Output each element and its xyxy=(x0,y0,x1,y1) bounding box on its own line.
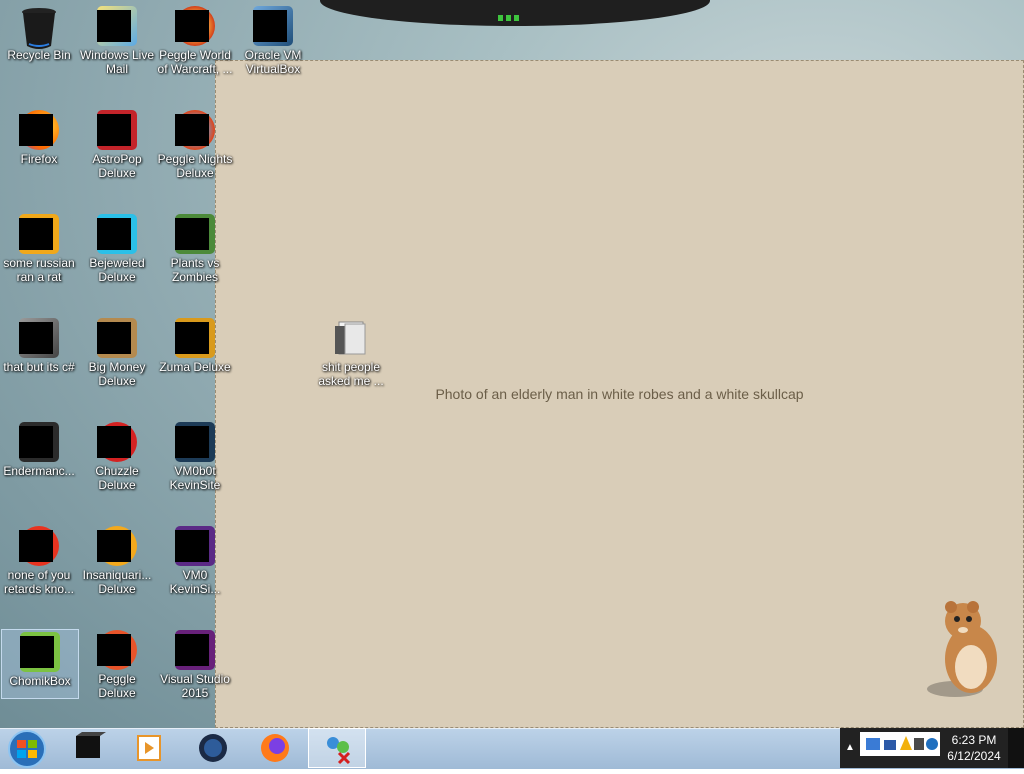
icon-label: Big Money Deluxe xyxy=(88,360,146,388)
mail-icon xyxy=(97,6,137,46)
show-desktop-button[interactable] xyxy=(1008,728,1024,768)
firefox-icon xyxy=(261,734,289,762)
desktop-icon-firefox[interactable]: Firefox xyxy=(0,104,78,166)
icon-label: Oracle VM VirtualBox xyxy=(244,48,302,76)
taskbar-globe[interactable] xyxy=(184,728,242,768)
speaker-icon xyxy=(914,738,924,750)
monitor-icon xyxy=(884,740,896,750)
desktop-icon-shit-people-asked-me[interactable]: shit people asked me ... xyxy=(312,312,390,388)
icon-label: Peggle Nights Deluxe xyxy=(157,152,233,180)
desktop-icon-vm0b0t-kevinsite[interactable]: VM0b0t KevinSite xyxy=(156,416,234,492)
icon-label: Peggle World of Warcraft, ... xyxy=(157,48,233,76)
desktop-icon-some-russian-ran-a-rat[interactable]: some russian ran a rat xyxy=(0,208,78,284)
icon-label: Recycle Bin xyxy=(7,48,71,62)
network-icon xyxy=(866,738,880,750)
folder-icon xyxy=(331,318,371,358)
icon-label: AstroPop Deluxe xyxy=(92,152,142,180)
money-bag-icon xyxy=(97,318,137,358)
desktop-icon-recycle-bin[interactable]: Recycle Bin xyxy=(0,0,78,62)
desktop-icon-none-of-you[interactable]: none of you retards kno... xyxy=(0,520,78,596)
desktop-icon-oracle-vm-virtualbox[interactable]: Oracle VM VirtualBox xyxy=(234,0,312,76)
hamster-gadget[interactable] xyxy=(925,597,1005,699)
taskbar-firefox[interactable] xyxy=(246,728,304,768)
recycle-bin-icon xyxy=(19,6,59,49)
icon-label: Firefox xyxy=(20,152,58,166)
plant-icon xyxy=(175,214,215,254)
desktop-icon-plants-vs-zombies[interactable]: Plants vs Zombies xyxy=(156,208,234,284)
icon-label: Peggle Deluxe xyxy=(98,672,136,700)
clock-time: 6:23 PM xyxy=(951,733,997,747)
peggle-icon xyxy=(97,630,137,670)
desktop-icon-big-money[interactable]: Big Money Deluxe xyxy=(78,312,156,388)
app-shortcut-icon xyxy=(19,526,59,566)
status-indicator-icon xyxy=(498,8,528,21)
globe-icon xyxy=(199,734,227,762)
icon-label: Endermanc... xyxy=(3,464,75,478)
desktop-icon-visual-studio-2015[interactable]: Visual Studio 2015 xyxy=(156,624,234,700)
chomikbox-icon xyxy=(20,632,60,672)
warning-icon xyxy=(900,736,912,750)
icon-label: shit people asked me ... xyxy=(318,360,384,388)
sync-icon xyxy=(926,738,938,750)
icon-label: Zuma Deluxe xyxy=(159,360,231,374)
virtualbox-icon xyxy=(76,732,106,758)
icon-label: Visual Studio 2015 xyxy=(160,672,230,700)
wallpaper-photo: Photo of an elderly man in white robes a… xyxy=(215,60,1024,728)
visual-studio-icon xyxy=(175,630,215,670)
desktop-icon-chuzzle[interactable]: Chuzzle Deluxe xyxy=(78,416,156,492)
icon-label: Windows Live Mail xyxy=(79,48,155,76)
desktop-icon-vm0-kevinsi[interactable]: VM0 KevinSi... xyxy=(156,520,234,596)
desktop-icon-chomikbox[interactable]: ChomikBox xyxy=(1,629,79,699)
clock[interactable]: 6:23 PM 6/12/2024 xyxy=(944,732,1004,764)
desktop-icon-insaniquarium[interactable]: Insaniquari... Deluxe xyxy=(78,520,156,596)
wallpaper-placeholder-label: Photo of an elderly man in white robes a… xyxy=(435,386,804,402)
taskbar-virtualbox[interactable] xyxy=(60,728,118,768)
firefox-icon xyxy=(19,110,59,150)
desktop-icon-peggle-nights[interactable]: Peggle Nights Deluxe xyxy=(156,104,234,180)
icon-label: that but its c# xyxy=(3,360,75,374)
icon-label: VM0 KevinSi... xyxy=(169,568,221,596)
icon-label: Insaniquari... Deluxe xyxy=(82,568,152,596)
icon-label: Plants vs Zombies xyxy=(170,256,220,284)
network-app-icon xyxy=(327,737,351,765)
desktop[interactable]: Photo of an elderly man in white robes a… xyxy=(0,0,1024,728)
peggle-icon xyxy=(175,6,215,46)
icon-label: VM0b0t KevinSite xyxy=(169,464,221,492)
desktop-icon-peggle-wow[interactable]: Peggle World of Warcraft, ... xyxy=(156,0,234,76)
desktop-icon-bejeweled[interactable]: Bejeweled Deluxe xyxy=(78,208,156,284)
taskbar-network-app[interactable] xyxy=(308,728,366,768)
peggle-icon xyxy=(175,110,215,150)
gem-icon xyxy=(97,214,137,254)
icon-label: none of you retards kno... xyxy=(3,568,75,596)
game-icon xyxy=(97,110,137,150)
game-icon xyxy=(97,422,137,462)
icon-label: some russian ran a rat xyxy=(3,256,75,284)
desktop-icon-peggle-deluxe[interactable]: Peggle Deluxe xyxy=(78,624,156,700)
icon-label: Bejeweled Deluxe xyxy=(89,256,145,284)
app-shortcut-icon xyxy=(19,214,59,254)
start-button[interactable] xyxy=(3,729,53,769)
clock-date: 6/12/2024 xyxy=(947,749,1001,763)
icon-label: Chuzzle Deluxe xyxy=(95,464,139,492)
virtualbox-icon xyxy=(253,6,293,46)
media-player-icon xyxy=(137,735,161,761)
tray-icons[interactable] xyxy=(860,732,940,756)
fish-icon xyxy=(97,526,137,566)
app-window-icon xyxy=(19,422,59,462)
desktop-icon-windows-live-mail[interactable]: Windows Live Mail xyxy=(78,0,156,76)
top-gadget-bar xyxy=(320,0,710,26)
visual-studio-icon xyxy=(175,526,215,566)
desktop-icon-endermanc[interactable]: Endermanc... xyxy=(0,416,78,478)
desktop-icon-zuma[interactable]: Zuma Deluxe xyxy=(156,312,234,374)
desktop-icon-astropop[interactable]: AstroPop Deluxe xyxy=(78,104,156,180)
app-shortcut-icon xyxy=(19,318,59,358)
app-window-icon xyxy=(175,422,215,462)
desktop-icon-that-but-its-csharp[interactable]: that but its c# xyxy=(0,312,78,374)
tray-expand-icon[interactable]: ▲ xyxy=(845,742,855,753)
icon-label: ChomikBox xyxy=(9,674,71,688)
game-icon xyxy=(175,318,215,358)
taskbar-media-player[interactable] xyxy=(120,728,178,768)
